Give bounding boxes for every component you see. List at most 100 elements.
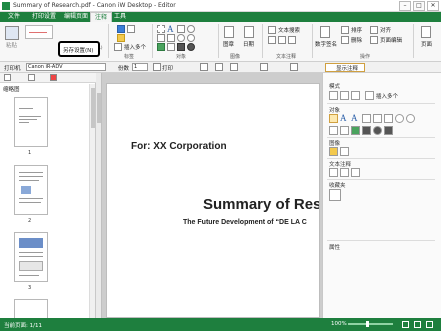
image-insert-icon[interactable] — [340, 147, 349, 156]
zoom-slider-thumb[interactable] — [366, 321, 369, 327]
cursor-icon[interactable] — [117, 25, 125, 33]
print-icon[interactable] — [153, 63, 161, 71]
insert-copies-icon[interactable] — [114, 43, 122, 51]
strikeout-icon[interactable] — [278, 36, 286, 44]
insert-copies-icon[interactable] — [365, 91, 374, 100]
page-edit-icon[interactable] — [370, 36, 378, 44]
two-page-icon[interactable] — [426, 321, 433, 328]
circle-tool-icon[interactable] — [177, 34, 185, 42]
page-edit-label[interactable]: 页面编辑 — [380, 36, 402, 44]
minimize-button[interactable]: – — [399, 1, 411, 11]
underline-icon[interactable] — [329, 168, 338, 177]
hand-icon[interactable] — [127, 25, 135, 33]
document-viewer[interactable]: For: XX Corporation Summary of Rese The … — [96, 73, 322, 318]
align-icon[interactable] — [370, 26, 378, 34]
page-label[interactable]: 页面 — [421, 40, 432, 48]
scrollbar-thumb[interactable] — [97, 93, 101, 123]
ellipse-tool-icon[interactable] — [187, 25, 195, 33]
filled-rect-icon[interactable] — [362, 126, 371, 135]
thumbs-tab-icon[interactable] — [4, 74, 11, 81]
comments-tab-icon[interactable] — [28, 74, 35, 81]
settings-icon[interactable] — [260, 63, 268, 71]
curve-icon[interactable] — [340, 126, 349, 135]
rectangle-tool-icon[interactable] — [157, 25, 165, 33]
circle-icon[interactable] — [395, 114, 404, 123]
rectangle-icon[interactable] — [384, 114, 393, 123]
print-button[interactable]: 打印 — [162, 64, 173, 72]
filled-rect-tool-icon[interactable] — [177, 43, 185, 51]
underline-icon[interactable] — [268, 36, 276, 44]
delete-label[interactable]: 删除 — [351, 36, 362, 44]
popup-item-save-settings[interactable]: 另存设置(N) — [63, 46, 93, 54]
show-annotation-label[interactable]: 显示注释 — [336, 64, 358, 72]
close-button[interactable]: ✕ — [427, 1, 439, 11]
fit-width-icon[interactable] — [414, 321, 421, 328]
zoom-mode-icon[interactable] — [351, 91, 360, 100]
tab-annotation[interactable]: 注释 — [90, 12, 113, 22]
text-search-label[interactable]: 文本搜索 — [278, 26, 300, 34]
stamp-label[interactable]: 图章 — [223, 40, 234, 48]
polygon-icon[interactable] — [406, 114, 415, 123]
maximize-button[interactable]: □ — [413, 1, 425, 11]
replace-text-icon[interactable] — [351, 168, 360, 177]
printer-select[interactable]: Canon iR-ADV — [26, 63, 106, 71]
polygon-tool-icon[interactable] — [187, 34, 195, 42]
select-mode-icon[interactable] — [329, 91, 338, 100]
stamp-icon[interactable] — [224, 26, 234, 38]
zoom-level[interactable]: 100% — [331, 321, 347, 327]
filled-ellipse-tool-icon[interactable] — [187, 43, 195, 51]
insert-copies-label[interactable]: 插入多个 — [124, 43, 146, 51]
align-label[interactable]: 对齐 — [380, 26, 391, 34]
undo-icon[interactable] — [215, 63, 223, 71]
line-tool-icon[interactable] — [177, 25, 185, 33]
line-icon[interactable] — [362, 114, 371, 123]
zoom-slider[interactable] — [348, 323, 393, 325]
flag-icon[interactable] — [200, 63, 208, 71]
tab-edit-page[interactable]: 编辑页面 — [60, 12, 92, 22]
document-page[interactable]: For: XX Corporation Summary of Rese The … — [106, 83, 320, 318]
replace-icon[interactable] — [288, 36, 296, 44]
highlight-icon[interactable] — [117, 34, 125, 42]
text-search-icon[interactable] — [268, 26, 276, 34]
arrange-label[interactable]: 排序 — [351, 26, 362, 34]
freehand-icon[interactable] — [329, 126, 338, 135]
frame-icon[interactable] — [329, 114, 338, 123]
freehand-tool-icon[interactable] — [167, 43, 175, 51]
scrollbar-thumb[interactable] — [91, 88, 95, 128]
view-icon[interactable] — [290, 63, 298, 71]
text-box-icon[interactable]: A — [351, 114, 360, 123]
marker-icon[interactable] — [351, 126, 360, 135]
left-scroll-strip[interactable] — [96, 73, 102, 318]
polyline-tool-icon[interactable] — [167, 34, 175, 42]
tab-print-settings[interactable]: 打印设置 — [28, 12, 60, 22]
digital-signature-label[interactable]: 数字签名 — [315, 40, 337, 48]
filled-polygon-icon[interactable] — [384, 126, 393, 135]
arrange-icon[interactable] — [341, 26, 349, 34]
delete-icon[interactable] — [341, 36, 349, 44]
text-icon[interactable]: A — [340, 114, 349, 123]
thumbnail-scrollbar[interactable] — [89, 84, 95, 318]
text-tool-icon[interactable]: A — [167, 25, 175, 34]
stamp-icon[interactable] — [329, 147, 338, 156]
date-label[interactable]: 日期 — [243, 40, 254, 48]
digital-signature-icon[interactable] — [320, 26, 330, 38]
paste-icon[interactable] — [5, 26, 19, 40]
save-settings-popup[interactable]: 另存设置(N) — [58, 41, 100, 57]
fit-page-icon[interactable] — [402, 321, 409, 328]
strikeout-icon[interactable] — [340, 168, 349, 177]
hand-mode-icon[interactable] — [340, 91, 349, 100]
redo-icon[interactable] — [230, 63, 238, 71]
favorite-item[interactable] — [329, 189, 341, 201]
date-icon[interactable] — [244, 26, 254, 38]
page-thumbnail[interactable] — [14, 97, 48, 147]
bookmark-tab-icon[interactable] — [50, 74, 57, 81]
tab-tools[interactable]: 工具 — [110, 12, 130, 22]
insert-copies-label[interactable]: 插入多个 — [376, 92, 398, 100]
page-thumbnail[interactable] — [14, 165, 48, 215]
arrow-icon[interactable] — [373, 114, 382, 123]
page-thumbnail[interactable] — [14, 232, 48, 282]
arrow-tool-icon[interactable] — [157, 34, 165, 42]
tab-file[interactable]: 文件 — [4, 12, 24, 22]
filled-circle-icon[interactable] — [373, 126, 382, 135]
page-thumbnail[interactable] — [14, 299, 48, 318]
